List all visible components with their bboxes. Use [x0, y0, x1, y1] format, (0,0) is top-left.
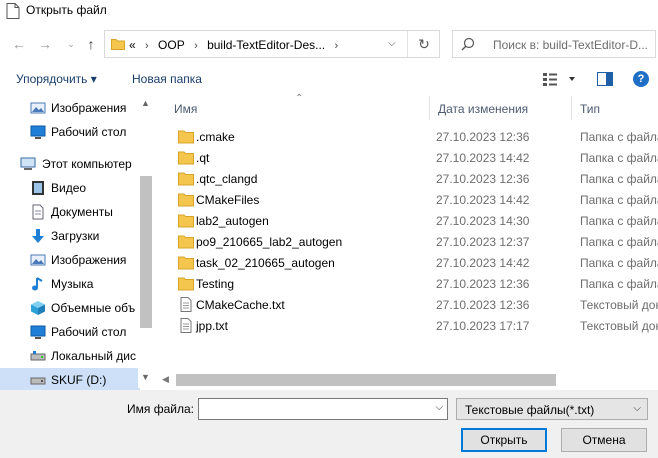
drive-icon: [30, 351, 46, 361]
organize-button[interactable]: Упорядочить ▾: [16, 72, 97, 86]
desktop-icon: [30, 325, 46, 339]
folder-icon: [178, 256, 194, 270]
file-row[interactable]: Testing 27.10.2023 12:36 Папка с файла: [166, 273, 658, 294]
nav-item-pictures-2[interactable]: Изображения: [0, 248, 140, 272]
search-input[interactable]: Поиск в: build-TextEditor-D...: [493, 38, 648, 52]
scroll-up-icon[interactable]: ▲: [141, 98, 150, 108]
nav-item-video[interactable]: Видео: [0, 176, 140, 200]
chevron-right-icon[interactable]: ›: [334, 40, 338, 52]
recent-locations-chevron-icon[interactable]: ⌄: [62, 35, 80, 53]
preview-pane-icon[interactable]: [597, 72, 613, 86]
chevron-down-icon[interactable]: ⌵: [633, 403, 641, 414]
search-box[interactable]: Поиск в: build-TextEditor-D...: [452, 30, 656, 58]
title-bar: Открыть файл: [0, 0, 658, 22]
chevron-right-icon[interactable]: ›: [194, 40, 198, 52]
up-arrow-icon[interactable]: ↑: [82, 35, 100, 53]
file-row[interactable]: .qt 27.10.2023 14:42 Папка с файла: [166, 147, 658, 168]
filename-label: Имя файла:: [127, 402, 194, 416]
3d-objects-icon: [31, 301, 45, 315]
chevron-down-icon[interactable]: ⌵: [435, 402, 443, 413]
column-header-type[interactable]: Тип: [572, 96, 658, 120]
desktop-icon: [30, 125, 46, 139]
folder-icon: [178, 277, 194, 291]
address-dropdown-icon[interactable]: ⌵: [388, 38, 396, 49]
cancel-button[interactable]: Отмена: [561, 428, 647, 452]
column-header-date[interactable]: Дата изменения: [430, 96, 572, 120]
scrollbar-thumb[interactable]: [176, 374, 556, 386]
pictures-icon: [30, 102, 46, 114]
text-file-icon: [180, 318, 192, 333]
scroll-down-icon[interactable]: ▼: [141, 372, 150, 382]
file-row[interactable]: task_02_210665_autogen 27.10.2023 14:42 …: [166, 252, 658, 273]
nav-item-music[interactable]: Музыка: [0, 272, 140, 296]
folder-icon: [178, 214, 194, 228]
downloads-icon: [32, 229, 44, 243]
breadcrumb-overflow[interactable]: «: [129, 38, 136, 52]
music-icon: [32, 277, 43, 291]
search-icon: [461, 37, 475, 51]
file-list: ⌃ Имя Дата изменения Тип .cmake 27.10.20…: [160, 93, 658, 388]
command-bar: Упорядочить ▾ Новая папка ?: [0, 66, 658, 92]
back-arrow-icon[interactable]: ←: [10, 35, 28, 53]
nav-item-local-disk[interactable]: Локальный дис: [0, 344, 140, 368]
folder-icon: [178, 151, 194, 165]
open-button[interactable]: Открыть: [461, 428, 547, 452]
navigation-bar: ← → ⌄ ↑ « › OOP › build-TextEditor-Des..…: [0, 26, 658, 62]
horizontal-scrollbar[interactable]: ◀: [160, 372, 658, 388]
refresh-icon[interactable]: ↻: [407, 31, 440, 57]
breadcrumb-oop[interactable]: OOP: [158, 38, 185, 52]
chevron-right-icon[interactable]: ›: [145, 40, 149, 52]
help-icon[interactable]: ?: [633, 71, 649, 87]
computer-icon: [20, 157, 36, 170]
pictures-icon: [30, 254, 46, 266]
nav-item-pictures[interactable]: Изображения: [0, 96, 140, 120]
file-row[interactable]: lab2_autogen 27.10.2023 14:30 Папка с фа…: [166, 210, 658, 231]
column-header-name[interactable]: Имя: [166, 96, 430, 120]
file-row[interactable]: CMakeFiles 27.10.2023 14:42 Папка с файл…: [166, 189, 658, 210]
nav-item-this-pc[interactable]: Этот компьютер: [0, 152, 140, 176]
folder-icon: [178, 172, 194, 186]
nav-item-3d-objects[interactable]: Объемные объ: [0, 296, 140, 320]
folder-icon: [178, 130, 194, 144]
forward-arrow-icon[interactable]: →: [36, 35, 54, 53]
file-row[interactable]: .qtc_clangd 27.10.2023 12:36 Папка с фай…: [166, 168, 658, 189]
view-options-icon[interactable]: [542, 72, 578, 86]
folder-icon: [111, 39, 125, 50]
file-row[interactable]: po9_210665_lab2_autogen 27.10.2023 12:37…: [166, 231, 658, 252]
nav-item-desktop-2[interactable]: Рабочий стол: [0, 320, 140, 344]
nav-item-desktop[interactable]: Рабочий стол: [0, 120, 140, 144]
scroll-left-icon[interactable]: ◀: [162, 374, 169, 385]
nav-item-downloads[interactable]: Загрузки: [0, 224, 140, 248]
navigation-scrollbar[interactable]: ▲ ▼: [138, 96, 154, 388]
folder-icon: [178, 193, 194, 207]
drive-icon: [30, 377, 46, 385]
scrollbar-thumb[interactable]: [140, 176, 152, 328]
folder-icon: [178, 235, 194, 249]
address-bar[interactable]: « › OOP › build-TextEditor-Des... › ⌵ ↻: [104, 30, 440, 58]
video-icon: [32, 181, 44, 195]
documents-icon: [32, 204, 44, 220]
navigation-pane: Изображения Рабочий стол Этот компьютер …: [0, 96, 154, 392]
file-row[interactable]: CMakeCache.txt 27.10.2023 12:36 Текстовы…: [166, 294, 658, 315]
breadcrumb-build-folder[interactable]: build-TextEditor-Des...: [207, 38, 325, 52]
filename-input[interactable]: ⌵: [198, 398, 448, 420]
window-title: Открыть файл: [26, 3, 107, 17]
document-icon: [6, 3, 20, 19]
file-type-select[interactable]: Текстовые файлы(*.txt) ⌵: [456, 398, 648, 420]
dialog-footer: Имя файла: ⌵ Текстовые файлы(*.txt) ⌵ От…: [0, 390, 658, 458]
file-row[interactable]: .cmake 27.10.2023 12:36 Папка с файла: [166, 126, 658, 147]
file-row[interactable]: jpp.txt 27.10.2023 17:17 Текстовый док: [166, 315, 658, 336]
nav-item-skuf-drive[interactable]: SKUF (D:): [0, 368, 140, 392]
nav-item-documents[interactable]: Документы: [0, 200, 140, 224]
text-file-icon: [180, 297, 192, 312]
new-folder-button[interactable]: Новая папка: [132, 72, 202, 86]
